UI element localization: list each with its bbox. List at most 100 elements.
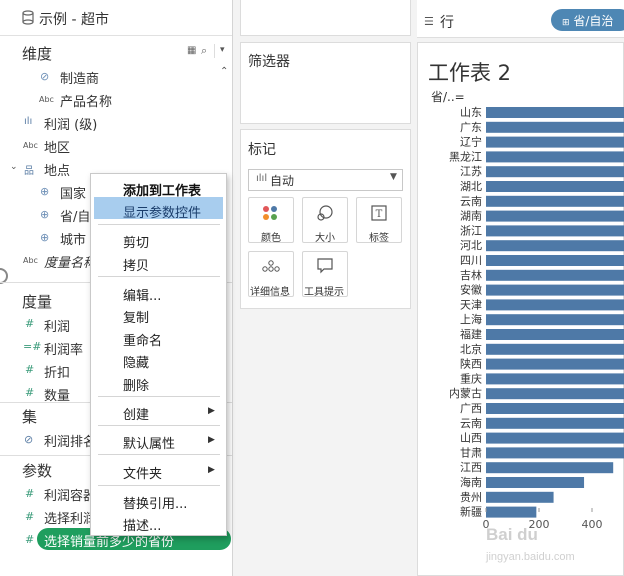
datasource-name[interactable]: 示例 - 超市 bbox=[39, 9, 109, 29]
color-dots-icon bbox=[263, 206, 277, 220]
field-province[interactable]: 省/自 bbox=[60, 206, 90, 225]
tooltip-icon bbox=[317, 258, 333, 274]
datasource-header[interactable] bbox=[0, 0, 232, 36]
category-label: 天津 bbox=[460, 298, 482, 311]
set-icon: ⊘ bbox=[24, 433, 34, 446]
bar[interactable] bbox=[486, 181, 624, 192]
menu-copy[interactable]: 拷贝 bbox=[123, 255, 149, 274]
datasource-icon bbox=[22, 10, 34, 25]
category-label: 广西 bbox=[460, 402, 482, 415]
bar[interactable] bbox=[486, 358, 624, 370]
field-product-name[interactable]: 产品名称 bbox=[60, 91, 112, 110]
dimensions-menu-icon[interactable]: ▾ bbox=[220, 45, 225, 55]
bar[interactable] bbox=[486, 255, 624, 266]
dimensions-title: 维度 bbox=[22, 45, 53, 63]
bar[interactable] bbox=[486, 107, 624, 118]
text-label-icon: T bbox=[371, 205, 387, 221]
bar[interactable] bbox=[486, 432, 624, 444]
menu-edit[interactable]: 编辑... bbox=[123, 285, 161, 304]
field-city[interactable]: 城市 bbox=[60, 229, 86, 248]
category-label: 山西 bbox=[460, 432, 482, 445]
category-label: 重庆 bbox=[460, 371, 482, 385]
category-label: 黑龙江 bbox=[449, 150, 482, 163]
category-label: 湖北 bbox=[460, 180, 482, 193]
bar[interactable] bbox=[486, 329, 624, 340]
menu-delete[interactable]: 删除 bbox=[123, 375, 149, 394]
label-button-label: 标签 bbox=[369, 233, 389, 244]
bar[interactable] bbox=[486, 462, 614, 474]
menu-default-properties[interactable]: 默认属性 bbox=[123, 433, 175, 452]
menu-cut[interactable]: 剪切 bbox=[123, 232, 149, 251]
bar[interactable] bbox=[486, 195, 624, 207]
bar[interactable] bbox=[486, 477, 585, 488]
menu-folders[interactable]: 文件夹 bbox=[123, 463, 162, 482]
search-icon[interactable]: ⌕ bbox=[201, 44, 207, 58]
field-profit-ratio[interactable]: 利润率 bbox=[44, 339, 83, 358]
bar[interactable] bbox=[486, 269, 624, 281]
field-discount[interactable]: 折扣 bbox=[44, 362, 70, 381]
field-manufacturer[interactable]: 制造商 bbox=[60, 68, 99, 87]
string-type-icon: Abc bbox=[23, 141, 38, 150]
bar[interactable] bbox=[486, 343, 624, 355]
scroll-up-icon[interactable]: ⌃ bbox=[220, 66, 228, 77]
menu-rename[interactable]: 重命名 bbox=[123, 330, 162, 349]
field-profit-rank[interactable]: 利润排名 bbox=[44, 431, 96, 450]
field-region[interactable]: 地区 bbox=[44, 137, 70, 156]
param-profit-bin-size[interactable]: 利润容器 bbox=[44, 485, 96, 504]
bar[interactable] bbox=[486, 166, 624, 178]
bar[interactable] bbox=[486, 388, 624, 400]
param-select-profit[interactable]: 选择利润 bbox=[44, 508, 96, 527]
bar[interactable] bbox=[486, 284, 624, 296]
svg-text:T: T bbox=[376, 209, 383, 220]
bar[interactable] bbox=[486, 417, 624, 429]
menu-hide[interactable]: 隐藏 bbox=[123, 352, 149, 371]
field-location[interactable]: 地点 bbox=[44, 160, 70, 179]
sets-title: 集 bbox=[22, 408, 38, 426]
menu-replace-references[interactable]: 替换引用... bbox=[123, 493, 187, 512]
parameters-title: 参数 bbox=[22, 462, 53, 480]
sheet-title[interactable]: 工作表 2 bbox=[428, 57, 511, 87]
collapse-icon[interactable]: ⌄ bbox=[10, 162, 18, 172]
submenu-arrow-icon: ▶ bbox=[208, 406, 215, 416]
category-label: 云南 bbox=[460, 417, 482, 430]
bar[interactable] bbox=[486, 373, 624, 385]
bar[interactable] bbox=[486, 299, 624, 311]
menu-duplicate[interactable]: 复制 bbox=[123, 307, 149, 326]
bar[interactable] bbox=[486, 151, 624, 163]
category-label: 山东 bbox=[460, 106, 482, 119]
bin-icon: ılı bbox=[24, 116, 33, 127]
bar-chart: 山东广东辽宁黑龙江江苏湖北云南湖南浙江河北四川吉林安徽天津上海福建北京陕西重庆内… bbox=[449, 106, 624, 531]
string-type-icon: Abc bbox=[23, 256, 38, 265]
marks-title: 标记 bbox=[248, 142, 276, 158]
number-type-icon: # bbox=[25, 386, 35, 399]
field-profit-bin[interactable]: 利润 (级) bbox=[44, 114, 97, 133]
bar[interactable] bbox=[486, 314, 624, 326]
bar[interactable] bbox=[486, 447, 624, 459]
grid-view-icon[interactable]: ▦ bbox=[187, 45, 196, 56]
bar[interactable] bbox=[486, 491, 554, 503]
bar[interactable] bbox=[486, 403, 624, 414]
menu-describe[interactable]: 描述... bbox=[123, 515, 161, 534]
bar[interactable] bbox=[486, 506, 537, 518]
field-measure-names[interactable]: 度量名称 bbox=[44, 252, 96, 271]
category-label: 浙江 bbox=[460, 224, 482, 237]
menu-show-parameter-control[interactable]: 显示参数控件 bbox=[123, 202, 201, 221]
category-label: 上海 bbox=[460, 312, 482, 326]
submenu-arrow-icon: ▶ bbox=[208, 465, 215, 475]
tooltip-button-label: 工具提示 bbox=[304, 287, 344, 298]
menu-separator bbox=[98, 454, 220, 455]
menu-add-to-sheet[interactable]: 添加到工作表 bbox=[123, 180, 201, 199]
category-label: 福建 bbox=[460, 327, 482, 341]
bar[interactable] bbox=[486, 240, 624, 252]
bar[interactable] bbox=[486, 121, 624, 133]
field-profit[interactable]: 利润 bbox=[44, 316, 70, 335]
bar[interactable] bbox=[486, 136, 624, 148]
pages-card bbox=[240, 0, 411, 36]
chevron-down-icon: ▼ bbox=[390, 172, 397, 182]
field-country[interactable]: 国家 bbox=[60, 183, 86, 202]
bar[interactable] bbox=[486, 210, 624, 222]
rows-icon: ☰ bbox=[424, 15, 434, 28]
bar[interactable] bbox=[486, 225, 624, 237]
mark-type-label: 自动 bbox=[270, 174, 295, 188]
menu-create[interactable]: 创建 bbox=[123, 404, 149, 423]
